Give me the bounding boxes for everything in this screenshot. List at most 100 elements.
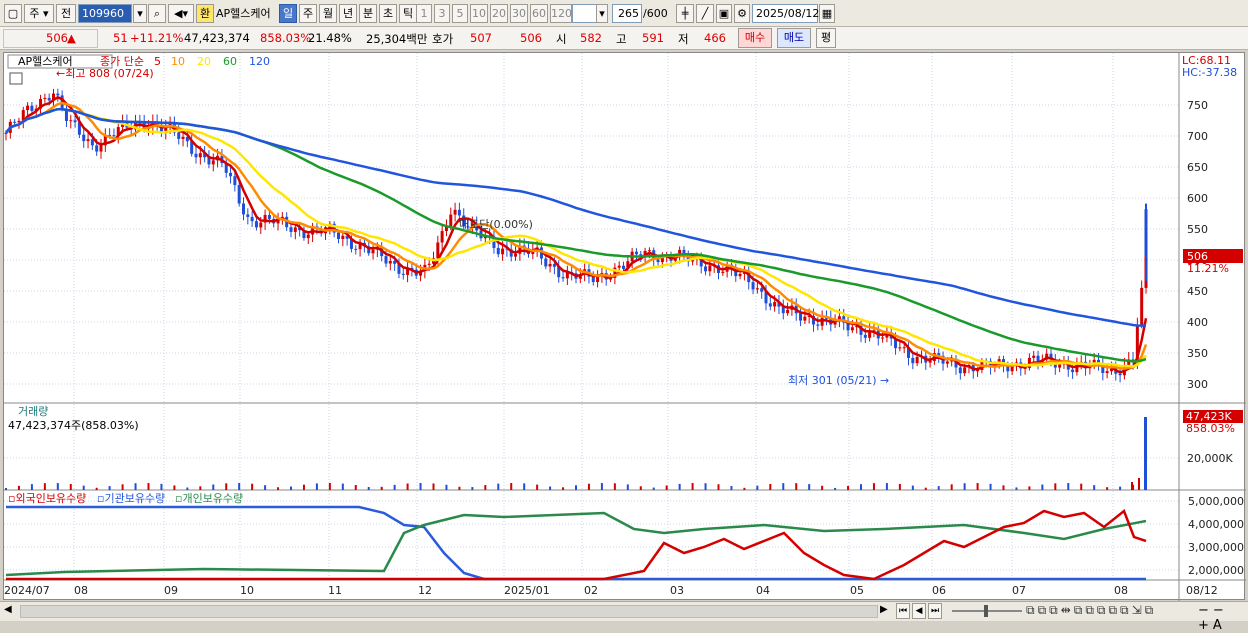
- draw-icon[interactable]: ╱: [696, 4, 714, 23]
- candle-body: [233, 176, 237, 186]
- candle-body: [198, 153, 202, 158]
- volume-bar: [743, 487, 746, 490]
- hc-label: HC:-37.38: [1182, 66, 1237, 79]
- period-0-button[interactable]: 일: [279, 4, 297, 23]
- volume-bar: [134, 483, 137, 490]
- exchange-button[interactable]: 환: [196, 4, 214, 23]
- volume-bar: [108, 486, 111, 490]
- candle-body: [958, 367, 962, 374]
- minute-1-button[interactable]: 1: [416, 4, 432, 23]
- candle-body: [30, 105, 34, 111]
- volume-bar: [238, 483, 241, 490]
- buy-button[interactable]: 매수: [738, 28, 772, 48]
- chevron-down-icon[interactable]: ▾: [596, 4, 608, 23]
- prev-icon[interactable]: ◀: [912, 603, 926, 619]
- volume-bar: [924, 487, 927, 490]
- sell-button[interactable]: 매도: [777, 28, 811, 48]
- market-select-label: 주: [29, 7, 40, 20]
- candle-body: [337, 232, 340, 239]
- volume-bar: [406, 483, 409, 490]
- candle-body: [354, 248, 358, 250]
- candle-body: [229, 172, 233, 177]
- volume-bar: [885, 483, 888, 490]
- volume-bar: [976, 483, 979, 490]
- volume-ratio: 858.03%: [260, 31, 312, 45]
- minute-10-button[interactable]: 10: [470, 4, 488, 23]
- candle-body: [501, 248, 505, 255]
- last-icon[interactable]: ⏭: [928, 603, 942, 619]
- tools-icons[interactable]: ⧉⧉⧉⇹⧉⧉⧉⧉⧉⇲⧉: [1026, 603, 1156, 618]
- minute-3-button[interactable]: 3: [434, 4, 450, 23]
- first-icon[interactable]: ⏮: [896, 603, 910, 619]
- minute-60-button[interactable]: 60: [530, 4, 548, 23]
- x-tick-7: 02: [584, 584, 598, 597]
- gear-icon[interactable]: ⚙: [734, 4, 750, 23]
- volume-bar: [769, 484, 772, 490]
- holding-tick-1: 4,000,000: [1188, 518, 1244, 531]
- minute-20-button[interactable]: 20: [490, 4, 508, 23]
- volume-bar: [872, 483, 875, 490]
- candle-icon[interactable]: ╪: [676, 4, 694, 23]
- layout-icon[interactable]: ▢: [4, 4, 22, 23]
- eval-button[interactable]: 평: [816, 28, 836, 48]
- period-3-button[interactable]: 년: [339, 4, 357, 23]
- candle-body: [1058, 364, 1062, 368]
- candle-body: [1105, 371, 1109, 374]
- volume-bar: [1093, 485, 1096, 490]
- ma-10-line: [5, 101, 1148, 370]
- chevron-down-icon[interactable]: ▾: [133, 4, 147, 23]
- candle-body: [112, 135, 116, 137]
- x-tick-4: 11: [328, 584, 342, 597]
- volume-bar-last: [1144, 417, 1147, 490]
- legend-ma-60: 60: [223, 55, 237, 68]
- scroll-right-icon[interactable]: ▶: [880, 604, 894, 619]
- grid-toggle-icon: [9, 72, 23, 85]
- candle-body: [181, 136, 185, 139]
- all-button[interactable]: 전: [56, 4, 76, 23]
- period-5-button[interactable]: 초: [379, 4, 397, 23]
- price-tick-650: 650: [1187, 161, 1208, 174]
- volume-bar: [354, 485, 357, 490]
- volume-bar: [147, 483, 150, 490]
- volume-bar: [445, 484, 448, 490]
- period-1-button[interactable]: 주: [299, 4, 317, 23]
- minute-30-button[interactable]: 30: [510, 4, 528, 23]
- save-icon[interactable]: ▣: [716, 4, 732, 23]
- candle-body: [773, 302, 777, 307]
- volume-bar: [562, 487, 565, 490]
- search-icon[interactable]: ⌕: [148, 4, 166, 23]
- legend-ma-120: 120: [249, 55, 270, 68]
- market-select[interactable]: 주 ▾: [24, 4, 54, 23]
- stock-chart: 750700650600550500450400350300AP헬스케어종가 단…: [4, 53, 1246, 601]
- volume-bar: [730, 486, 733, 490]
- volume-bar: [432, 483, 435, 490]
- volume-bar: [937, 486, 940, 490]
- volume-bar: [393, 484, 396, 490]
- zoom-slider-handle[interactable]: [984, 605, 988, 617]
- volume-bar: [1015, 487, 1018, 490]
- date-input[interactable]: 2025/08/12: [752, 4, 819, 23]
- minute-5-button[interactable]: 5: [452, 4, 468, 23]
- scrollbar-track[interactable]: [20, 605, 878, 618]
- zoom-controls[interactable]: −−+A: [1198, 603, 1248, 633]
- period-2-button[interactable]: 월: [319, 4, 337, 23]
- volume-bar: [549, 486, 552, 490]
- range-input[interactable]: 265: [612, 4, 642, 23]
- minute-120-button[interactable]: 120: [550, 4, 572, 23]
- volume-bar: [963, 483, 966, 490]
- ma-60-line: [5, 107, 1147, 363]
- calendar-icon[interactable]: ▦: [819, 4, 835, 23]
- code-input[interactable]: 109960: [78, 4, 132, 23]
- amount: 25,304백만: [366, 32, 428, 46]
- volume-bar: [626, 484, 629, 490]
- volume-bar: [717, 484, 720, 490]
- volume-bar: [328, 483, 331, 490]
- period-4-button[interactable]: 분: [359, 4, 377, 23]
- chart-area[interactable]: 750700650600550500450400350300AP헬스케어종가 단…: [3, 52, 1246, 601]
- volume-bar: [277, 487, 280, 490]
- volume-bar: [523, 483, 526, 490]
- sound-icon[interactable]: ◀▾: [168, 4, 194, 23]
- period-6-button[interactable]: 틱: [399, 4, 417, 23]
- price-tick-700: 700: [1187, 130, 1208, 143]
- scroll-left-icon[interactable]: ◀: [4, 604, 18, 619]
